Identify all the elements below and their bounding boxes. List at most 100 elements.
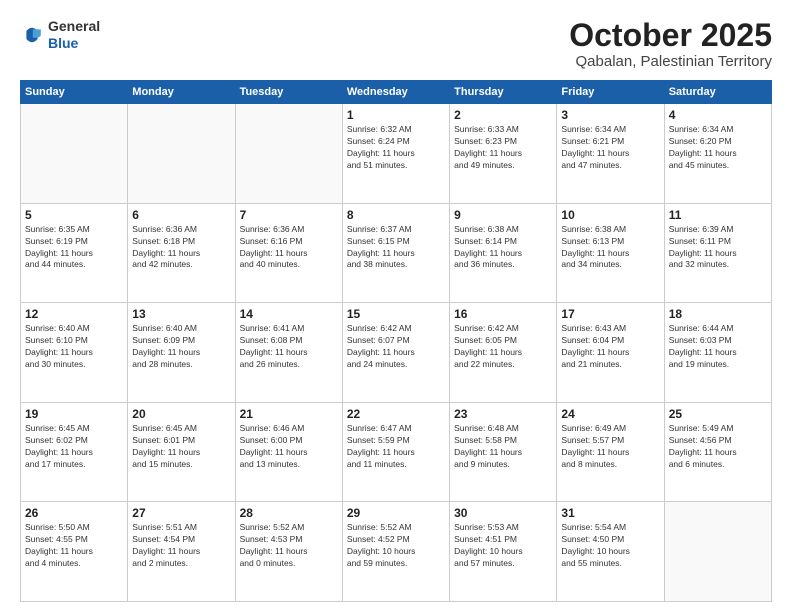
day-info: Sunrise: 6:41 AM Sunset: 6:08 PM Dayligh… <box>240 323 338 371</box>
table-row: 9 Sunrise: 6:38 AM Sunset: 6:14 PM Daylig… <box>450 203 557 303</box>
day-number: 26 <box>25 506 123 520</box>
table-row: 23Sunrise: 6:48 AM Sunset: 5:58 PM Dayli… <box>450 402 557 502</box>
table-row <box>21 104 128 204</box>
day-number: 20 <box>132 407 230 421</box>
day-info: Sunrise: 5:49 AM Sunset: 4:56 PM Dayligh… <box>669 423 767 471</box>
table-row: 3 Sunrise: 6:34 AM Sunset: 6:21 PM Daylig… <box>557 104 664 204</box>
day-info: Sunrise: 5:51 AM Sunset: 4:54 PM Dayligh… <box>132 522 230 570</box>
day-info: Sunrise: 6:32 AM Sunset: 6:24 PM Dayligh… <box>347 124 445 172</box>
day-info: Sunrise: 6:35 AM Sunset: 6:19 PM Dayligh… <box>25 224 123 272</box>
day-number: 5 <box>25 208 123 222</box>
day-number: 22 <box>347 407 445 421</box>
day-number: 12 <box>25 307 123 321</box>
table-row: 11 Sunrise: 6:39 AM Sunset: 6:11 PM Dayli… <box>664 203 771 303</box>
table-row: 14Sunrise: 6:41 AM Sunset: 6:08 PM Dayli… <box>235 303 342 403</box>
day-info: Sunrise: 6:39 AM Sunset: 6:11 PM Dayligh… <box>669 224 767 272</box>
day-number: 15 <box>347 307 445 321</box>
table-row: 15 Sunrise: 6:42 AM Sunset: 6:07 PM Dayli… <box>342 303 449 403</box>
day-info: Sunrise: 6:38 AM Sunset: 6:13 PM Dayligh… <box>561 224 659 272</box>
day-number: 6 <box>132 208 230 222</box>
logo-general: General <box>48 18 100 35</box>
day-info: Sunrise: 6:43 AM Sunset: 6:04 PM Dayligh… <box>561 323 659 371</box>
day-info: Sunrise: 6:37 AM Sunset: 6:15 PM Dayligh… <box>347 224 445 272</box>
table-row: 16 Sunrise: 6:42 AM Sunset: 6:05 PM Dayli… <box>450 303 557 403</box>
day-number: 3 <box>561 108 659 122</box>
day-number: 25 <box>669 407 767 421</box>
day-number: 7 <box>240 208 338 222</box>
table-row: 30Sunrise: 5:53 AM Sunset: 4:51 PM Dayli… <box>450 502 557 602</box>
table-row: 22 Sunrise: 6:47 AM Sunset: 5:59 PM Dayli… <box>342 402 449 502</box>
day-info: Sunrise: 6:38 AM Sunset: 6:14 PM Dayligh… <box>454 224 552 272</box>
table-row: 31Sunrise: 5:54 AM Sunset: 4:50 PM Dayli… <box>557 502 664 602</box>
table-row: 12 Sunrise: 6:40 AM Sunset: 6:10 PM Dayli… <box>21 303 128 403</box>
table-row: 1 Sunrise: 6:32 AM Sunset: 6:24 PM Daylig… <box>342 104 449 204</box>
day-number: 10 <box>561 208 659 222</box>
calendar-week-row: 12 Sunrise: 6:40 AM Sunset: 6:10 PM Dayli… <box>21 303 772 403</box>
table-row: 28 Sunrise: 5:52 AM Sunset: 4:53 PM Dayli… <box>235 502 342 602</box>
day-number: 28 <box>240 506 338 520</box>
calendar-week-row: 26 Sunrise: 5:50 AM Sunset: 4:55 PM Dayli… <box>21 502 772 602</box>
table-row: 7 Sunrise: 6:36 AM Sunset: 6:16 PM Daylig… <box>235 203 342 303</box>
logo-blue: Blue <box>48 35 100 52</box>
logo: General Blue <box>20 18 100 52</box>
day-info: Sunrise: 6:42 AM Sunset: 6:07 PM Dayligh… <box>347 323 445 371</box>
day-number: 27 <box>132 506 230 520</box>
header: General Blue October 2025 Qabalan, Pales… <box>20 18 772 70</box>
day-info: Sunrise: 6:44 AM Sunset: 6:03 PM Dayligh… <box>669 323 767 371</box>
table-row: 21Sunrise: 6:46 AM Sunset: 6:00 PM Dayli… <box>235 402 342 502</box>
calendar-week-row: 5 Sunrise: 6:35 AM Sunset: 6:19 PM Daylig… <box>21 203 772 303</box>
day-info: Sunrise: 6:36 AM Sunset: 6:16 PM Dayligh… <box>240 224 338 272</box>
day-number: 19 <box>25 407 123 421</box>
table-row: 26 Sunrise: 5:50 AM Sunset: 4:55 PM Dayli… <box>21 502 128 602</box>
day-number: 21 <box>240 407 338 421</box>
table-row: 8Sunrise: 6:37 AM Sunset: 6:15 PM Daylig… <box>342 203 449 303</box>
col-thursday: Thursday <box>450 81 557 104</box>
day-info: Sunrise: 5:50 AM Sunset: 4:55 PM Dayligh… <box>25 522 123 570</box>
day-info: Sunrise: 6:40 AM Sunset: 6:09 PM Dayligh… <box>132 323 230 371</box>
calendar-table: Sunday Monday Tuesday Wednesday Thursday… <box>20 80 772 602</box>
day-number: 16 <box>454 307 552 321</box>
col-sunday: Sunday <box>21 81 128 104</box>
col-wednesday: Wednesday <box>342 81 449 104</box>
table-row: 17Sunrise: 6:43 AM Sunset: 6:04 PM Dayli… <box>557 303 664 403</box>
table-row: 6 Sunrise: 6:36 AM Sunset: 6:18 PM Daylig… <box>128 203 235 303</box>
day-info: Sunrise: 6:48 AM Sunset: 5:58 PM Dayligh… <box>454 423 552 471</box>
table-row: 19Sunrise: 6:45 AM Sunset: 6:02 PM Dayli… <box>21 402 128 502</box>
table-row: 29Sunrise: 5:52 AM Sunset: 4:52 PM Dayli… <box>342 502 449 602</box>
day-number: 4 <box>669 108 767 122</box>
day-info: Sunrise: 6:40 AM Sunset: 6:10 PM Dayligh… <box>25 323 123 371</box>
day-number: 9 <box>454 208 552 222</box>
day-info: Sunrise: 6:49 AM Sunset: 5:57 PM Dayligh… <box>561 423 659 471</box>
table-row <box>664 502 771 602</box>
title-block: October 2025 Qabalan, Palestinian Territ… <box>569 18 772 70</box>
day-number: 1 <box>347 108 445 122</box>
table-row <box>128 104 235 204</box>
table-row: 2Sunrise: 6:33 AM Sunset: 6:23 PM Daylig… <box>450 104 557 204</box>
col-saturday: Saturday <box>664 81 771 104</box>
day-info: Sunrise: 6:42 AM Sunset: 6:05 PM Dayligh… <box>454 323 552 371</box>
day-number: 11 <box>669 208 767 222</box>
location-title: Qabalan, Palestinian Territory <box>569 53 772 70</box>
day-info: Sunrise: 6:45 AM Sunset: 6:01 PM Dayligh… <box>132 423 230 471</box>
page: General Blue October 2025 Qabalan, Pales… <box>0 0 792 612</box>
table-row: 24Sunrise: 6:49 AM Sunset: 5:57 PM Dayli… <box>557 402 664 502</box>
table-row: 10 Sunrise: 6:38 AM Sunset: 6:13 PM Dayli… <box>557 203 664 303</box>
table-row: 27 Sunrise: 5:51 AM Sunset: 4:54 PM Dayli… <box>128 502 235 602</box>
col-monday: Monday <box>128 81 235 104</box>
logo-text: General Blue <box>48 18 100 52</box>
col-tuesday: Tuesday <box>235 81 342 104</box>
table-row: 18 Sunrise: 6:44 AM Sunset: 6:03 PM Dayli… <box>664 303 771 403</box>
table-row: 4Sunrise: 6:34 AM Sunset: 6:20 PM Daylig… <box>664 104 771 204</box>
day-info: Sunrise: 6:34 AM Sunset: 6:21 PM Dayligh… <box>561 124 659 172</box>
day-number: 13 <box>132 307 230 321</box>
calendar-header-row: Sunday Monday Tuesday Wednesday Thursday… <box>21 81 772 104</box>
day-info: Sunrise: 5:52 AM Sunset: 4:53 PM Dayligh… <box>240 522 338 570</box>
calendar-week-row: 19Sunrise: 6:45 AM Sunset: 6:02 PM Dayli… <box>21 402 772 502</box>
table-row <box>235 104 342 204</box>
day-info: Sunrise: 6:47 AM Sunset: 5:59 PM Dayligh… <box>347 423 445 471</box>
calendar-week-row: 1 Sunrise: 6:32 AM Sunset: 6:24 PM Daylig… <box>21 104 772 204</box>
day-number: 18 <box>669 307 767 321</box>
col-friday: Friday <box>557 81 664 104</box>
day-info: Sunrise: 5:52 AM Sunset: 4:52 PM Dayligh… <box>347 522 445 570</box>
day-info: Sunrise: 6:36 AM Sunset: 6:18 PM Dayligh… <box>132 224 230 272</box>
